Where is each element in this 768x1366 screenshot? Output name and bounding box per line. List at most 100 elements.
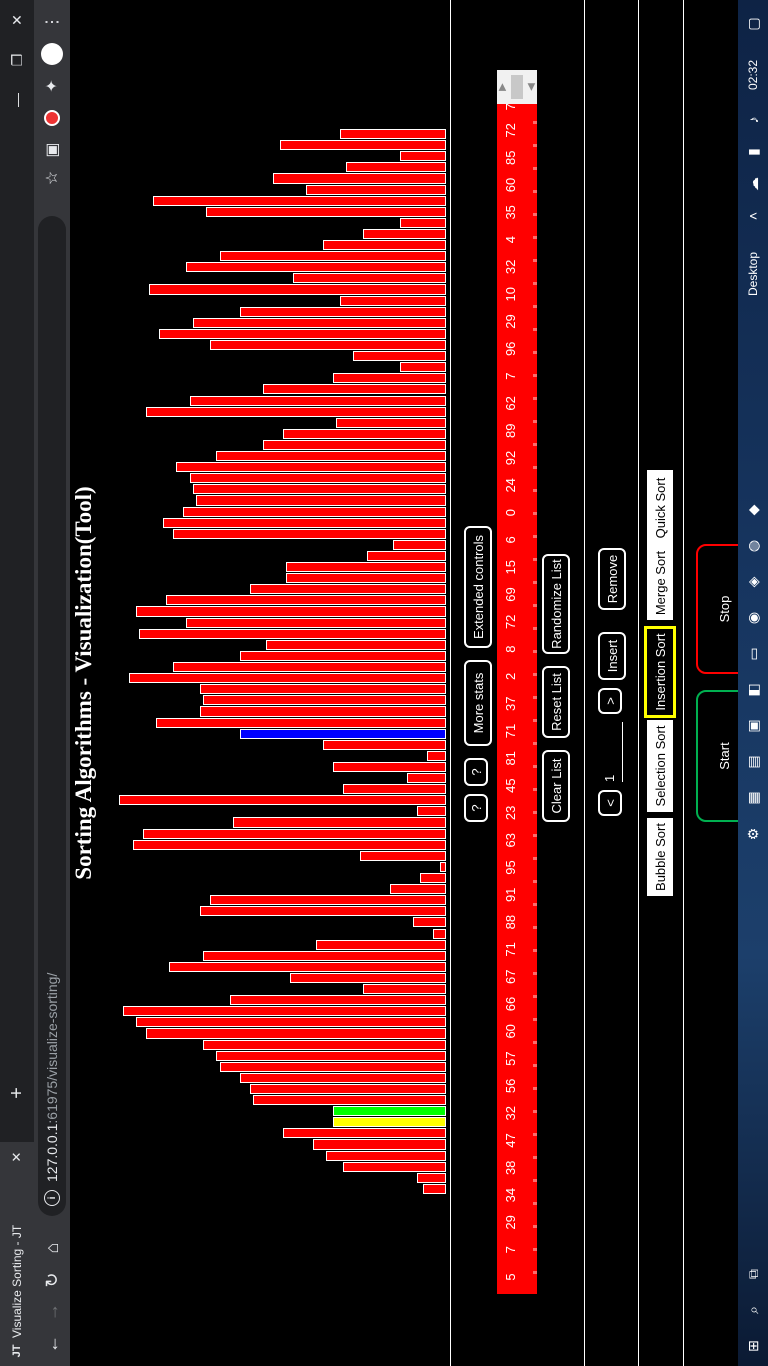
array-bar [399,362,446,373]
menu-icon[interactable]: ⋮ [40,10,64,34]
more-stats-button[interactable]: More stats [464,660,492,746]
array-bar [132,839,446,850]
array-bar [239,306,446,317]
help-button-2[interactable]: ? [464,758,488,786]
array-value: 60 [503,1024,518,1039]
scroll-right-arrow-icon[interactable]: ▶ [497,70,508,104]
task-view-icon[interactable]: ⧉ [741,1262,765,1286]
array-bar [149,284,446,295]
remove-button[interactable]: Remove [598,548,626,610]
scroll-thumb[interactable] [511,75,523,99]
reload-icon[interactable]: ↻ [40,1268,64,1292]
file-explorer-icon[interactable]: ▭ [741,642,765,666]
array-bar [316,939,446,950]
address-bar[interactable]: i 127.0.0.1 :61975/visualize-sorting/ [38,216,66,1216]
array-value: 57 [503,1051,518,1066]
array-bar [423,1183,446,1194]
desktop-label[interactable]: Desktop [738,252,768,296]
array-bar [252,1095,446,1106]
puzzle-icon[interactable]: ✦ [40,74,64,98]
settings-icon[interactable]: ⚙ [741,822,765,846]
tab-strip: JT Visualize Sorting - JT ✕ + — ❐ ✕ [0,0,34,1366]
extended-controls-button[interactable]: Extended controls [464,526,492,648]
minimize-button[interactable]: — [0,80,34,120]
battery-icon[interactable]: ▮ [741,140,765,164]
app-icon-1[interactable]: ▦ [741,786,765,810]
array-bar [202,950,446,961]
extension-icon[interactable]: ▣ [40,138,64,162]
cloud-icon[interactable]: ☁ [741,172,765,196]
array-value: 60 [503,177,518,193]
position-field[interactable]: 1 [598,722,623,782]
array-bar [389,884,446,895]
search-icon[interactable]: ⌕ [741,1298,765,1322]
quick-sort-button[interactable]: Quick Sort [647,470,673,546]
teams-icon[interactable]: ◈ [741,570,765,594]
position-value: 1 [602,774,617,782]
array-bar [202,695,446,706]
array-bar [333,373,446,384]
tray-chevron-icon[interactable]: ˄ [741,204,765,228]
array-value: 72 [503,123,518,138]
selection-sort-button[interactable]: Selection Sort [647,720,673,812]
chrome-icon[interactable]: ◉ [741,606,765,630]
bubble-sort-button[interactable]: Bubble Sort [647,818,673,896]
array-bar [326,1150,446,1161]
array-value: 37 [503,696,518,711]
insertion-sort-button[interactable]: Insertion Sort [644,626,676,718]
clock: 02:32 [746,59,760,90]
edit-panel: < 1 > Insert Remove [584,0,640,1366]
insert-button[interactable]: Insert [598,632,626,680]
array-bar [306,184,446,195]
reset-list-button[interactable]: Reset List [542,666,570,738]
notifications-icon[interactable]: ▢ [741,12,765,36]
close-window-button[interactable]: ✕ [0,0,34,40]
home-icon[interactable]: ⌂ [40,1236,64,1260]
restore-button[interactable]: ❐ [0,40,34,80]
array-bar [136,606,446,617]
array-bar [166,595,446,606]
array-bar [199,906,446,917]
array-bar [172,528,446,539]
array-bar [313,1139,446,1150]
screen: JT Visualize Sorting - JT ✕ + — ❐ ✕ ← → … [0,0,768,1366]
office-icon[interactable]: ◧ [741,678,765,702]
array-bar [209,895,446,906]
merge-sort-button[interactable]: Merge Sort [647,546,673,620]
array-value: 95 [503,860,518,875]
prev-position-button[interactable]: < [598,790,622,816]
randomize-list-button[interactable]: Randomize List [542,554,570,654]
array-bar [172,662,446,673]
pdf-icon[interactable] [40,106,64,130]
app-icon-2[interactable]: ▤ [741,750,765,774]
windows-start-icon[interactable]: ⊞ [741,1334,765,1358]
info-icon[interactable]: i [44,1190,60,1206]
array-bar [189,395,446,406]
next-position-button[interactable]: > [598,688,622,714]
browser-tab[interactable]: JT Visualize Sorting - JT ✕ [0,1142,34,1366]
array-value: 88 [503,914,518,930]
array-bar [289,972,446,984]
forward-icon[interactable]: → [40,1300,64,1324]
array-bar [142,828,446,839]
array-value: 66 [503,996,518,1012]
clear-list-button[interactable]: Clear List [542,750,570,822]
array-bar [266,639,446,650]
array-value: 56 [503,1078,518,1094]
volume-icon[interactable]: ♪ [741,108,765,132]
array-bar [333,1106,446,1117]
new-tab-button[interactable]: + [6,1082,28,1104]
array-bar [239,728,446,739]
back-icon[interactable]: ← [40,1332,64,1356]
array-scrollbar[interactable]: ▶ ◀ [497,70,537,104]
app-icon-4[interactable]: ◍ [741,534,765,558]
app-icon-5[interactable]: ◆ [741,498,765,522]
array-bar [186,617,446,628]
star-icon[interactable]: ☆ [40,166,64,190]
app-icon-3[interactable]: ▣ [741,714,765,738]
profile-icon[interactable] [40,42,64,66]
help-button-1[interactable]: ? [464,794,488,822]
array-value: 4 [503,236,518,244]
scroll-left-arrow-icon[interactable]: ◀ [526,70,537,104]
close-tab-icon[interactable]: ✕ [9,1148,25,1166]
